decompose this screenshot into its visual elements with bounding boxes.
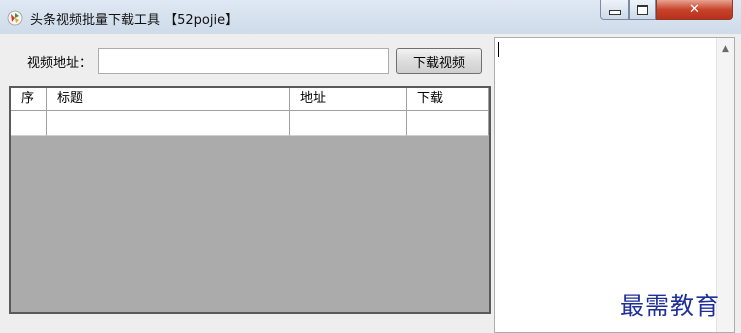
column-header-download[interactable]: 下载: [407, 88, 489, 110]
text-caret: [498, 42, 499, 57]
minimize-icon: [608, 10, 621, 15]
close-icon: ✕: [689, 2, 700, 17]
video-list-grid[interactable]: 序 标题 地址 下载: [9, 86, 491, 314]
minimize-button[interactable]: [600, 0, 629, 20]
window-title: 头条视频批量下载工具 【52pojie】: [30, 13, 239, 28]
cell-download[interactable]: [407, 111, 489, 136]
app-window: 头条视频批量下载工具 【52pojie】 ✕ 视频地址： 下载视频 序 标题 地…: [0, 0, 741, 333]
url-label: 视频地址：: [27, 56, 93, 71]
url-input[interactable]: [98, 48, 389, 74]
title-bar[interactable]: 头条视频批量下载工具 【52pojie】 ✕: [0, 0, 741, 34]
scroll-up-arrow-icon[interactable]: ▲: [717, 44, 734, 54]
column-header-index[interactable]: 序: [11, 88, 47, 110]
app-icon: [7, 10, 23, 26]
cell-index[interactable]: [11, 111, 47, 136]
watermark-text: 最需教育: [620, 292, 720, 320]
maximize-icon: [637, 4, 648, 15]
cell-title[interactable]: [47, 111, 290, 136]
grid-header: 序 标题 地址 下载: [11, 88, 489, 111]
cell-url[interactable]: [290, 111, 407, 136]
table-row[interactable]: [11, 111, 489, 136]
column-header-url[interactable]: 地址: [290, 88, 407, 110]
close-button[interactable]: ✕: [656, 0, 733, 20]
download-video-button[interactable]: 下载视频: [396, 48, 482, 74]
column-header-title[interactable]: 标题: [47, 88, 290, 110]
maximize-button[interactable]: [629, 0, 656, 20]
